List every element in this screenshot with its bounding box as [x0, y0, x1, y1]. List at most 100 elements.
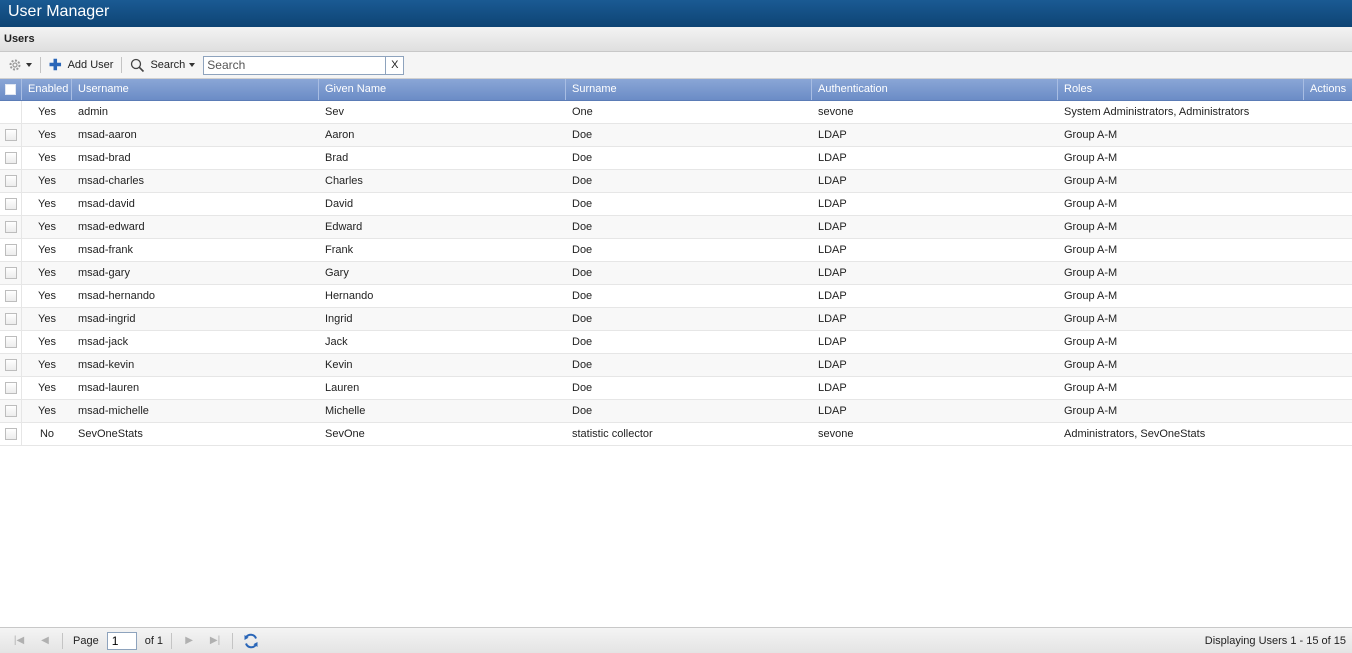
cell-actions [1304, 193, 1352, 215]
toolbar-divider [40, 57, 41, 73]
cell-actions [1304, 262, 1352, 284]
next-page-icon[interactable]: ▶ [182, 634, 196, 648]
table-row[interactable]: Yes msad-michelle Michelle Doe LDAP Grou… [0, 400, 1352, 423]
table-row[interactable]: Yes msad-edward Edward Doe LDAP Group A-… [0, 216, 1352, 239]
cell-roles: Administrators, SevOneStats [1064, 428, 1206, 440]
grid-header: Enabled Username Given Name Surname Auth… [0, 79, 1352, 101]
table-row[interactable]: Yes msad-hernando Hernando Doe LDAP Grou… [0, 285, 1352, 308]
row-checkbox[interactable] [4, 221, 17, 233]
select-all-checkbox[interactable] [5, 84, 16, 95]
clear-search-button[interactable]: X [386, 55, 405, 75]
table-row[interactable]: Yes admin Sev One sevone System Administ… [0, 101, 1352, 124]
row-checkbox[interactable] [4, 267, 17, 279]
settings-menu-button[interactable] [4, 55, 36, 75]
cell-username: msad-aaron [78, 129, 137, 141]
cell-given-name: David [325, 198, 354, 210]
cell-given-name: Charles [325, 175, 363, 187]
cell-roles: Group A-M [1064, 359, 1118, 371]
cell-surname: Doe [572, 244, 593, 256]
cell-authentication: LDAP [818, 405, 847, 417]
row-checkbox[interactable] [4, 405, 17, 417]
row-select [0, 354, 22, 376]
cell-surname: One [572, 106, 593, 118]
add-user-button[interactable]: ✚ Add User [45, 55, 117, 75]
row-checkbox[interactable] [4, 290, 17, 302]
previous-page-icon[interactable]: ◀ [38, 634, 52, 648]
cell-enabled: Yes [38, 290, 56, 302]
table-row[interactable]: Yes msad-ingrid Ingrid Doe LDAP Group A-… [0, 308, 1352, 331]
cell-enabled: Yes [38, 221, 56, 233]
refresh-icon[interactable] [243, 633, 259, 649]
row-checkbox[interactable] [4, 336, 17, 348]
row-checkbox[interactable] [4, 428, 17, 440]
cell-given-name: Sev [325, 106, 344, 118]
magnifier-icon [131, 58, 145, 72]
table-row[interactable]: Yes msad-kevin Kevin Doe LDAP Group A-M [0, 354, 1352, 377]
table-row[interactable]: Yes msad-charles Charles Doe LDAP Group … [0, 170, 1352, 193]
row-checkbox[interactable] [4, 175, 17, 187]
cell-surname: Doe [572, 382, 593, 394]
cell-authentication: LDAP [818, 152, 847, 164]
column-header-authentication[interactable]: Authentication [812, 79, 1058, 100]
table-row[interactable]: Yes msad-frank Frank Doe LDAP Group A-M [0, 239, 1352, 262]
cell-authentication: LDAP [818, 221, 847, 233]
cell-surname: Doe [572, 221, 593, 233]
cell-authentication: LDAP [818, 313, 847, 325]
row-select [0, 101, 22, 123]
search-menu-button[interactable]: Search [126, 55, 199, 75]
panel-title: Users [4, 33, 35, 45]
row-checkbox[interactable] [4, 129, 17, 141]
cell-roles: Group A-M [1064, 221, 1118, 233]
cell-username: msad-kevin [78, 359, 135, 371]
column-header-surname[interactable]: Surname [566, 79, 812, 100]
cell-username: msad-frank [78, 244, 134, 256]
column-header-enabled[interactable]: Enabled [22, 79, 72, 100]
cell-authentication: LDAP [818, 336, 847, 348]
cell-username: msad-hernando [78, 290, 156, 302]
page-label: Page [73, 634, 99, 647]
row-select [0, 331, 22, 353]
row-checkbox[interactable] [4, 244, 17, 256]
add-user-label: Add User [67, 59, 114, 71]
row-select [0, 308, 22, 330]
cell-username: msad-ingrid [78, 313, 136, 325]
table-row[interactable]: Yes msad-brad Brad Doe LDAP Group A-M [0, 147, 1352, 170]
table-row[interactable]: Yes msad-gary Gary Doe LDAP Group A-M [0, 262, 1352, 285]
row-checkbox[interactable] [4, 313, 17, 325]
cell-enabled: Yes [38, 313, 56, 325]
cell-roles: System Administrators, Administrators [1064, 106, 1250, 118]
cell-given-name: Gary [325, 267, 349, 279]
cell-actions [1304, 170, 1352, 192]
row-select [0, 262, 22, 284]
table-row[interactable]: Yes msad-lauren Lauren Doe LDAP Group A-… [0, 377, 1352, 400]
table-row[interactable]: No SevOneStats SevOne statistic collecto… [0, 423, 1352, 446]
row-checkbox[interactable] [4, 198, 17, 210]
table-row[interactable]: Yes msad-jack Jack Doe LDAP Group A-M [0, 331, 1352, 354]
row-select [0, 216, 22, 238]
page-number-input[interactable] [106, 631, 137, 650]
search-field: X [203, 55, 405, 75]
cell-roles: Group A-M [1064, 405, 1118, 417]
row-checkbox[interactable] [4, 382, 17, 394]
pager-divider [171, 632, 173, 649]
search-menu-label: Search [150, 59, 186, 71]
column-header-username[interactable]: Username [72, 79, 319, 100]
row-checkbox[interactable] [4, 359, 17, 371]
column-header-roles[interactable]: Roles [1058, 79, 1304, 100]
column-header-actions[interactable]: Actions [1304, 79, 1352, 100]
row-checkbox[interactable] [4, 152, 17, 164]
cell-surname: Doe [572, 313, 593, 325]
page-count: of 1 [144, 634, 164, 647]
column-header-given-name[interactable]: Given Name [319, 79, 566, 100]
app-title: User Manager [8, 3, 110, 20]
cell-surname: Doe [572, 129, 593, 141]
cell-actions [1304, 147, 1352, 169]
table-row[interactable]: Yes msad-aaron Aaron Doe LDAP Group A-M [0, 124, 1352, 147]
search-input[interactable] [203, 55, 387, 75]
cell-actions [1304, 124, 1352, 146]
cell-authentication: LDAP [818, 175, 847, 187]
table-row[interactable]: Yes msad-david David Doe LDAP Group A-M [0, 193, 1352, 216]
cell-enabled: Yes [38, 405, 56, 417]
last-page-icon[interactable]: ▶| [208, 634, 222, 648]
first-page-icon[interactable]: |◀ [12, 634, 26, 648]
